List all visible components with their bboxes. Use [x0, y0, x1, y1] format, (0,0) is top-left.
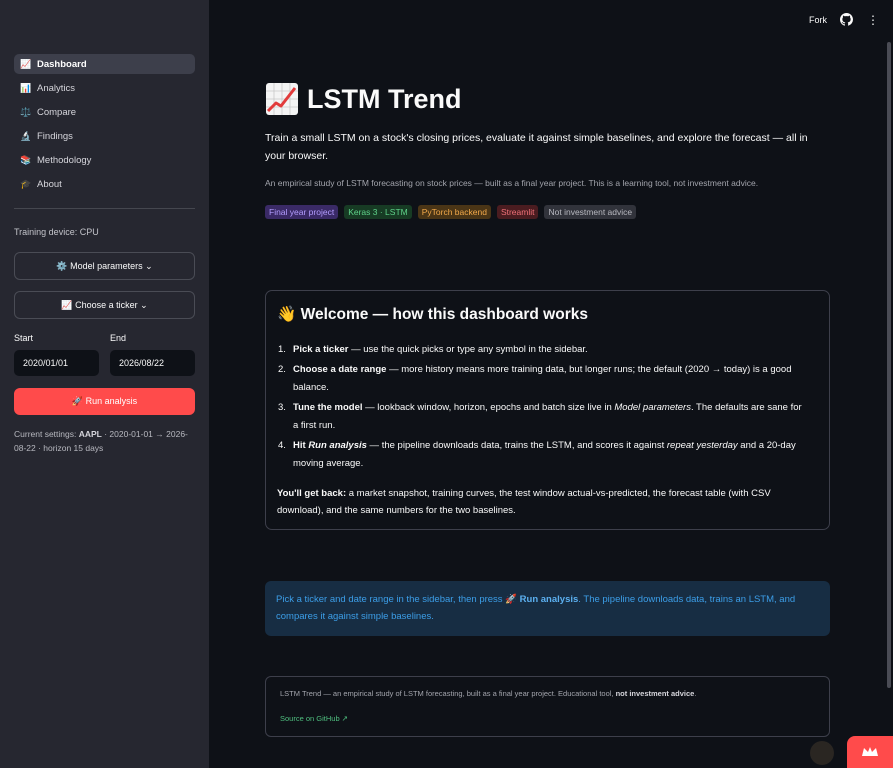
sidebar-item-label: Methodology	[37, 154, 92, 166]
page-caption: An empirical study of LSTM forecasting o…	[265, 178, 759, 188]
footer-card: LSTM Trend — an empirical study of LSTM …	[265, 676, 830, 737]
get-back-heading: You'll get back:	[277, 488, 347, 499]
step-heading: Pick a ticker	[293, 344, 349, 355]
end-date-label: End	[110, 333, 127, 343]
step-emphasis: repeat yesterday	[666, 440, 738, 451]
list-item: 2. Choose a date range — more history me…	[278, 361, 808, 397]
badge-pytorch: PyTorch backend	[417, 205, 491, 219]
welcome-steps: 1. Pick a ticker — use the quick picks o…	[278, 341, 808, 475]
fork-button[interactable]: Fork	[809, 15, 827, 25]
step-heading: Choose a date range	[293, 364, 387, 375]
microscope-icon: 🔬	[20, 130, 32, 141]
list-item: 4. Hit Run analysis — the pipeline downl…	[278, 437, 808, 473]
welcome-card: 👋 Welcome — how this dashboard works 1. …	[265, 290, 830, 530]
training-device-text: Training device: CPU	[14, 227, 99, 237]
sidebar-item-label: Analytics	[37, 82, 76, 94]
github-icon[interactable]	[840, 13, 853, 26]
footer-body: LSTM Trend — an empirical study of LSTM …	[280, 689, 616, 698]
badge-not-advice: Not investment advice	[544, 205, 637, 219]
chart-increasing-icon	[266, 83, 298, 115]
step-heading: Tune the model	[293, 402, 363, 413]
sidebar-item-analytics[interactable]: 📊 Analytics	[14, 78, 195, 98]
badge-row: Final year project Keras 3 · LSTM PyTorc…	[265, 205, 637, 219]
settings-ticker: AAPL	[78, 429, 102, 439]
books-icon: 📚	[20, 154, 32, 165]
crown-icon	[862, 747, 878, 756]
step-number: 2.	[278, 364, 286, 375]
step-text: — the pipeline downloads data, trains th…	[366, 440, 667, 451]
footer-emphasis: not investment advice	[615, 689, 695, 698]
step-number: 1.	[278, 344, 286, 355]
step-heading-emphasis: Run analysis	[308, 440, 367, 451]
page-title-text: LSTM Trend	[307, 83, 462, 114]
sidebar: 📈 Dashboard 📊 Analytics ⚖️ Compare 🔬 Fin…	[0, 0, 209, 768]
sidebar-item-about[interactable]: 🎓 About	[14, 174, 195, 194]
main-menu-icon[interactable]: ⋮	[867, 14, 879, 26]
sidebar-item-dashboard[interactable]: 📈 Dashboard	[14, 54, 195, 74]
get-back-body: a market snapshot, training curves, the …	[277, 488, 771, 516]
start-date-input[interactable]: 2020/01/01	[14, 350, 99, 376]
step-number: 3.	[278, 402, 286, 413]
page-title: LSTM Trend	[265, 82, 462, 116]
get-back-text: You'll get back: a market snapshot, trai…	[277, 485, 817, 519]
step-emphasis: Model parameters	[614, 402, 691, 413]
github-source-link[interactable]: Source on GitHub ↗	[280, 714, 348, 723]
choose-ticker-expander[interactable]: 📈 Choose a ticker ⌄	[14, 291, 195, 319]
step-text: — use the quick picks or type any symbol…	[348, 344, 588, 355]
footer-text: LSTM Trend — an empirical study of LSTM …	[280, 689, 696, 698]
sidebar-nav: 📈 Dashboard 📊 Analytics ⚖️ Compare 🔬 Fin…	[14, 54, 195, 198]
welcome-title: 👋 Welcome — how this dashboard works	[277, 306, 588, 323]
badge-streamlit: Streamlit	[496, 205, 539, 219]
chart-increasing-icon: 📈	[20, 58, 32, 69]
step-text: — lookback window, horizon, epochs and b…	[362, 402, 615, 413]
sidebar-item-label: About	[37, 178, 62, 190]
page-subtitle: Train a small LSTM on a stock's closing …	[265, 132, 808, 162]
badge-final-year: Final year project	[265, 205, 339, 219]
bar-chart-icon: 📊	[20, 82, 32, 93]
start-date-label: Start	[14, 333, 34, 343]
info-text: Pick a ticker and date range in the side…	[276, 594, 520, 605]
info-emphasis: Run analysis	[519, 594, 579, 605]
sidebar-divider	[14, 208, 195, 209]
current-settings-text: Current settings: AAPL · 2020-01-01 → 20…	[14, 427, 195, 455]
settings-prefix: Current settings:	[14, 429, 79, 439]
streamlit-badge[interactable]	[847, 736, 893, 768]
step-number: 4.	[278, 440, 286, 451]
model-parameters-expander[interactable]: ⚙️ Model parameters ⌄	[14, 252, 195, 280]
list-item: 1. Pick a ticker — use the quick picks o…	[278, 341, 808, 359]
scrollbar[interactable]	[887, 42, 891, 688]
step-heading: Hit	[293, 440, 309, 451]
info-callout: Pick a ticker and date range in the side…	[265, 581, 830, 636]
sidebar-item-label: Compare	[37, 106, 77, 118]
sidebar-item-label: Findings	[37, 130, 73, 142]
graduation-cap-icon: 🎓	[20, 178, 32, 189]
run-analysis-button[interactable]: 🚀 Run analysis	[14, 388, 195, 415]
sidebar-item-methodology[interactable]: 📚 Methodology	[14, 150, 195, 170]
badge-keras: Keras 3 · LSTM	[344, 205, 412, 219]
sidebar-item-findings[interactable]: 🔬 Findings	[14, 126, 195, 146]
end-date-input[interactable]: 2026/08/22	[110, 350, 195, 376]
footer-end: .	[694, 689, 697, 698]
sidebar-item-compare[interactable]: ⚖️ Compare	[14, 102, 195, 122]
balance-scale-icon: ⚖️	[20, 106, 32, 117]
list-item: 3. Tune the model — lookback window, hor…	[278, 399, 808, 435]
sidebar-item-label: Dashboard	[37, 58, 87, 70]
avatar[interactable]	[810, 741, 834, 765]
